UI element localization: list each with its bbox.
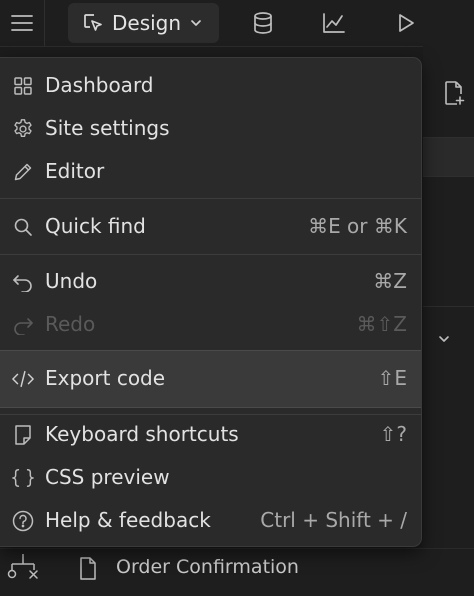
help-icon <box>12 510 34 532</box>
menu-item-label: Quick find <box>45 214 146 238</box>
toolbar-divider <box>44 0 45 46</box>
menu-item-undo[interactable]: Undo ⌘Z <box>0 261 421 303</box>
menu-item-label: Keyboard shortcuts <box>45 422 239 446</box>
analytics-icon[interactable] <box>321 10 347 36</box>
menu-item-shortcut: ⌘⇧Z <box>356 312 407 336</box>
menu-item-shortcut: ⌘E or ⌘K <box>308 214 407 238</box>
menu-item-shortcut: ⌘Z <box>373 269 407 293</box>
database-icon[interactable] <box>250 10 276 36</box>
code-icon <box>12 368 34 390</box>
preview-play-icon[interactable] <box>393 10 419 36</box>
braces-icon <box>12 467 34 489</box>
pages-panel <box>423 46 474 595</box>
menu-separator <box>0 254 421 255</box>
main-menu-dropdown: Dashboard Site settings Editor Quick fin… <box>0 57 422 547</box>
keyboard-icon <box>12 424 34 446</box>
search-icon <box>12 216 34 238</box>
chevron-down-icon[interactable] <box>435 330 453 348</box>
document-icon <box>78 557 98 581</box>
menu-item-label: Editor <box>45 159 105 183</box>
menu-icon[interactable] <box>0 0 44 46</box>
redo-icon <box>12 314 34 336</box>
panel-selected-row <box>423 137 474 177</box>
menu-item-help-feedback[interactable]: Help & feedback Ctrl + Shift + / <box>0 500 421 542</box>
pencil-icon <box>12 161 34 183</box>
menu-item-label: Site settings <box>45 116 170 140</box>
gear-icon <box>12 118 34 140</box>
menu-item-shortcut: ⇧? <box>379 422 407 446</box>
design-mode-label: Design <box>112 11 182 35</box>
top-toolbar: Design <box>0 0 474 47</box>
menu-item-label: Undo <box>45 269 98 293</box>
menu-item-dashboard[interactable]: Dashboard <box>0 65 421 107</box>
menu-item-label: Dashboard <box>45 73 154 97</box>
undo-icon <box>12 271 34 293</box>
grid-icon <box>12 75 34 97</box>
menu-item-site-settings[interactable]: Site settings <box>0 108 421 150</box>
menu-separator <box>0 198 421 199</box>
menu-item-export-code[interactable]: Export code ⇧E <box>0 350 421 408</box>
menu-item-label: Export code <box>45 366 166 390</box>
design-mode-button[interactable]: Design <box>68 3 219 43</box>
cursor-icon <box>82 12 104 34</box>
menu-item-redo[interactable]: Redo ⌘⇧Z <box>0 304 421 346</box>
menu-item-label: CSS preview <box>45 465 170 489</box>
menu-item-quick-find[interactable]: Quick find ⌘E or ⌘K <box>0 206 421 248</box>
menu-item-label: Help & feedback <box>45 508 211 532</box>
menu-item-css-preview[interactable]: CSS preview <box>0 457 421 499</box>
menu-item-shortcut: Ctrl + Shift + / <box>260 508 407 532</box>
sitemap-icon[interactable] <box>6 552 40 586</box>
menu-item-editor[interactable]: Editor <box>0 151 421 193</box>
add-page-icon[interactable] <box>442 80 466 106</box>
menu-item-label: Redo <box>45 312 96 336</box>
menu-item-keyboard-shortcuts[interactable]: Keyboard shortcuts ⇧? <box>0 414 421 456</box>
panel-divider <box>423 306 474 307</box>
menu-item-shortcut: ⇧E <box>377 366 407 390</box>
page-item-label: Order Confirmation <box>116 556 299 578</box>
chevron-down-icon <box>189 16 203 30</box>
